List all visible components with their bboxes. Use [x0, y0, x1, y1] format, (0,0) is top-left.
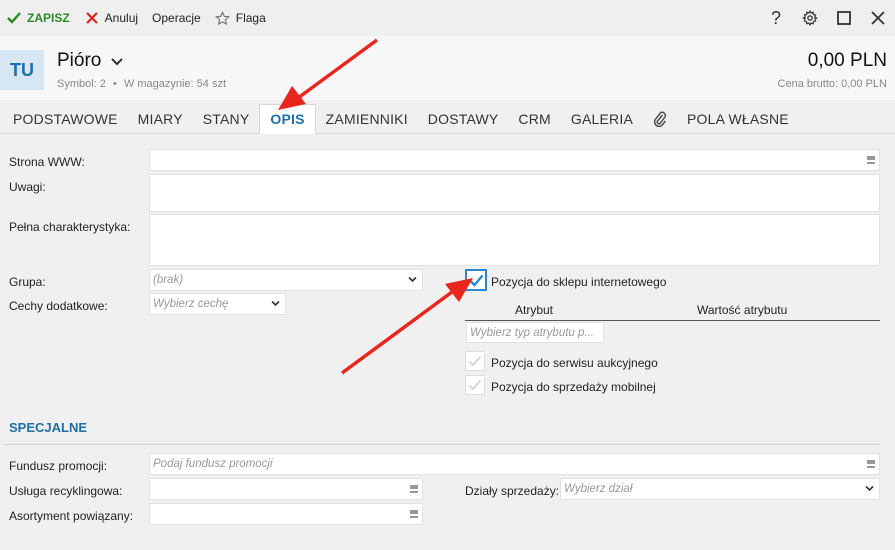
sales-dept-select[interactable]: Wybierz dział: [560, 478, 880, 500]
page-title: Pióro: [57, 50, 124, 72]
sales-dept-placeholder: Wybierz dział: [564, 483, 633, 495]
chevron-down-icon: [408, 275, 417, 286]
tab-dostawy[interactable]: DOSTAWY: [418, 104, 509, 133]
shop-checkbox[interactable]: [465, 269, 487, 291]
tab-miary[interactable]: MIARY: [128, 104, 193, 133]
item-meta: Symbol: 2 • W magazynie: 54 szt: [57, 78, 226, 90]
arrow-to-shop-checkbox: [340, 278, 473, 375]
checkmark-icon: [6, 10, 22, 26]
group-select[interactable]: (brak): [149, 269, 423, 291]
features-placeholder: Wybierz cechę: [153, 298, 229, 310]
item-stock: W magazynie: 54 szt: [123, 78, 226, 90]
avatar: TU: [0, 50, 44, 90]
item-header: TU Pióro Symbol: 2 • W magazynie: 54 szt…: [0, 36, 895, 100]
cancel-label: Anuluj: [104, 11, 139, 25]
tab-stany[interactable]: STANY: [193, 104, 260, 133]
recycling-label: Usługa recyklingowa:: [9, 484, 123, 498]
related-assortment-label: Asortyment powiązany:: [9, 509, 134, 523]
paperclip-icon: [653, 111, 667, 127]
sales-dept-label: Działy sprzedaży:: [465, 484, 560, 498]
mobile-checkbox-label: Pozycja do sprzedaży mobilnej: [491, 380, 656, 394]
item-symbol: Symbol: 2: [57, 78, 106, 90]
item-name: Pióro: [57, 50, 102, 71]
menu-icon[interactable]: [410, 485, 418, 493]
chevron-down-icon: [865, 484, 874, 495]
item-price: 0,00 PLN: [807, 50, 887, 71]
flag-button[interactable]: Flaga: [209, 0, 272, 36]
auction-checkbox[interactable]: [465, 351, 485, 371]
checkmark-icon: [468, 355, 482, 367]
attribute-type-select[interactable]: Wybierz typ atrybutu p...: [466, 322, 604, 343]
section-title-special: SPECJALNE: [9, 420, 88, 435]
operations-button[interactable]: Operacje: [146, 0, 207, 36]
menu-icon[interactable]: [867, 460, 875, 468]
auction-checkbox-label: Pozycja do serwisu aukcyjnego: [491, 356, 658, 370]
features-select[interactable]: Wybierz cechę: [149, 293, 286, 315]
tab-bar: PODSTAWOWE MIARY STANY OPIS ZAMIENNIKI D…: [0, 104, 895, 134]
www-input[interactable]: [149, 149, 880, 171]
settings-button[interactable]: [793, 0, 827, 36]
attribute-type-placeholder: Wybierz typ atrybutu p...: [470, 326, 594, 339]
gear-icon: [802, 10, 818, 26]
help-button[interactable]: ?: [759, 0, 793, 36]
cancel-button[interactable]: Anuluj: [78, 0, 144, 36]
mobile-checkbox[interactable]: [465, 375, 485, 395]
attribute-header-divider: [465, 320, 880, 321]
full-description-textarea[interactable]: [149, 214, 880, 266]
tab-zamienniki[interactable]: ZAMIENNIKI: [316, 104, 418, 133]
star-icon: [215, 10, 231, 26]
checkmark-icon: [468, 379, 482, 391]
chevron-down-icon: [271, 299, 280, 310]
close-icon: [84, 10, 100, 26]
toolbar: ZAPISZ Anuluj Operacje Flaga ?: [0, 0, 895, 36]
tab-podstawowe[interactable]: PODSTAWOWE: [0, 104, 128, 133]
www-label: Strona WWW:: [9, 155, 85, 169]
menu-icon[interactable]: [410, 510, 418, 518]
tab-opis[interactable]: OPIS: [259, 104, 316, 134]
close-window-button[interactable]: [861, 0, 895, 36]
item-gross-price: Cena brutto: 0,00 PLN: [777, 78, 887, 90]
checkmark-icon: [469, 274, 483, 287]
section-divider: [4, 444, 880, 445]
meta-separator: •: [112, 78, 117, 90]
save-label: ZAPISZ: [27, 11, 70, 25]
group-label: Grupa:: [9, 275, 46, 289]
attribute-value-column-header: Wartość atrybutu: [697, 303, 788, 317]
promo-fund-label: Fundusz promocji:: [9, 459, 108, 473]
help-icon: ?: [770, 7, 781, 28]
full-description-label: Pełna charakterystyka:: [9, 220, 131, 234]
close-icon: [871, 11, 885, 25]
menu-icon[interactable]: [867, 156, 875, 164]
tab-crm[interactable]: CRM: [508, 104, 560, 133]
window-controls: ?: [759, 0, 895, 36]
maximize-button[interactable]: [827, 0, 861, 36]
operations-label: Operacje: [152, 11, 201, 25]
shop-checkbox-label: Pozycja do sklepu internetowego: [491, 275, 667, 289]
notes-label: Uwagi:: [9, 180, 46, 194]
flag-label: Flaga: [235, 11, 266, 25]
promo-fund-input[interactable]: Podaj fundusz promocji: [149, 453, 880, 475]
tab-galeria[interactable]: GALERIA: [561, 104, 643, 133]
features-label: Cechy dodatkowe:: [9, 299, 108, 313]
promo-fund-placeholder: Podaj fundusz promocji: [153, 458, 273, 470]
tab-attachments[interactable]: [643, 104, 677, 133]
notes-textarea[interactable]: [149, 174, 880, 212]
group-value: (brak): [153, 274, 184, 286]
chevron-down-icon[interactable]: [111, 53, 124, 69]
maximize-icon: [837, 11, 851, 25]
related-assortment-input[interactable]: [149, 503, 423, 525]
save-button[interactable]: ZAPISZ: [0, 0, 76, 36]
tab-pola-wlasne[interactable]: POLA WŁASNE: [677, 104, 799, 133]
attribute-column-header: Atrybut: [515, 303, 554, 317]
recycling-input[interactable]: [149, 478, 423, 500]
